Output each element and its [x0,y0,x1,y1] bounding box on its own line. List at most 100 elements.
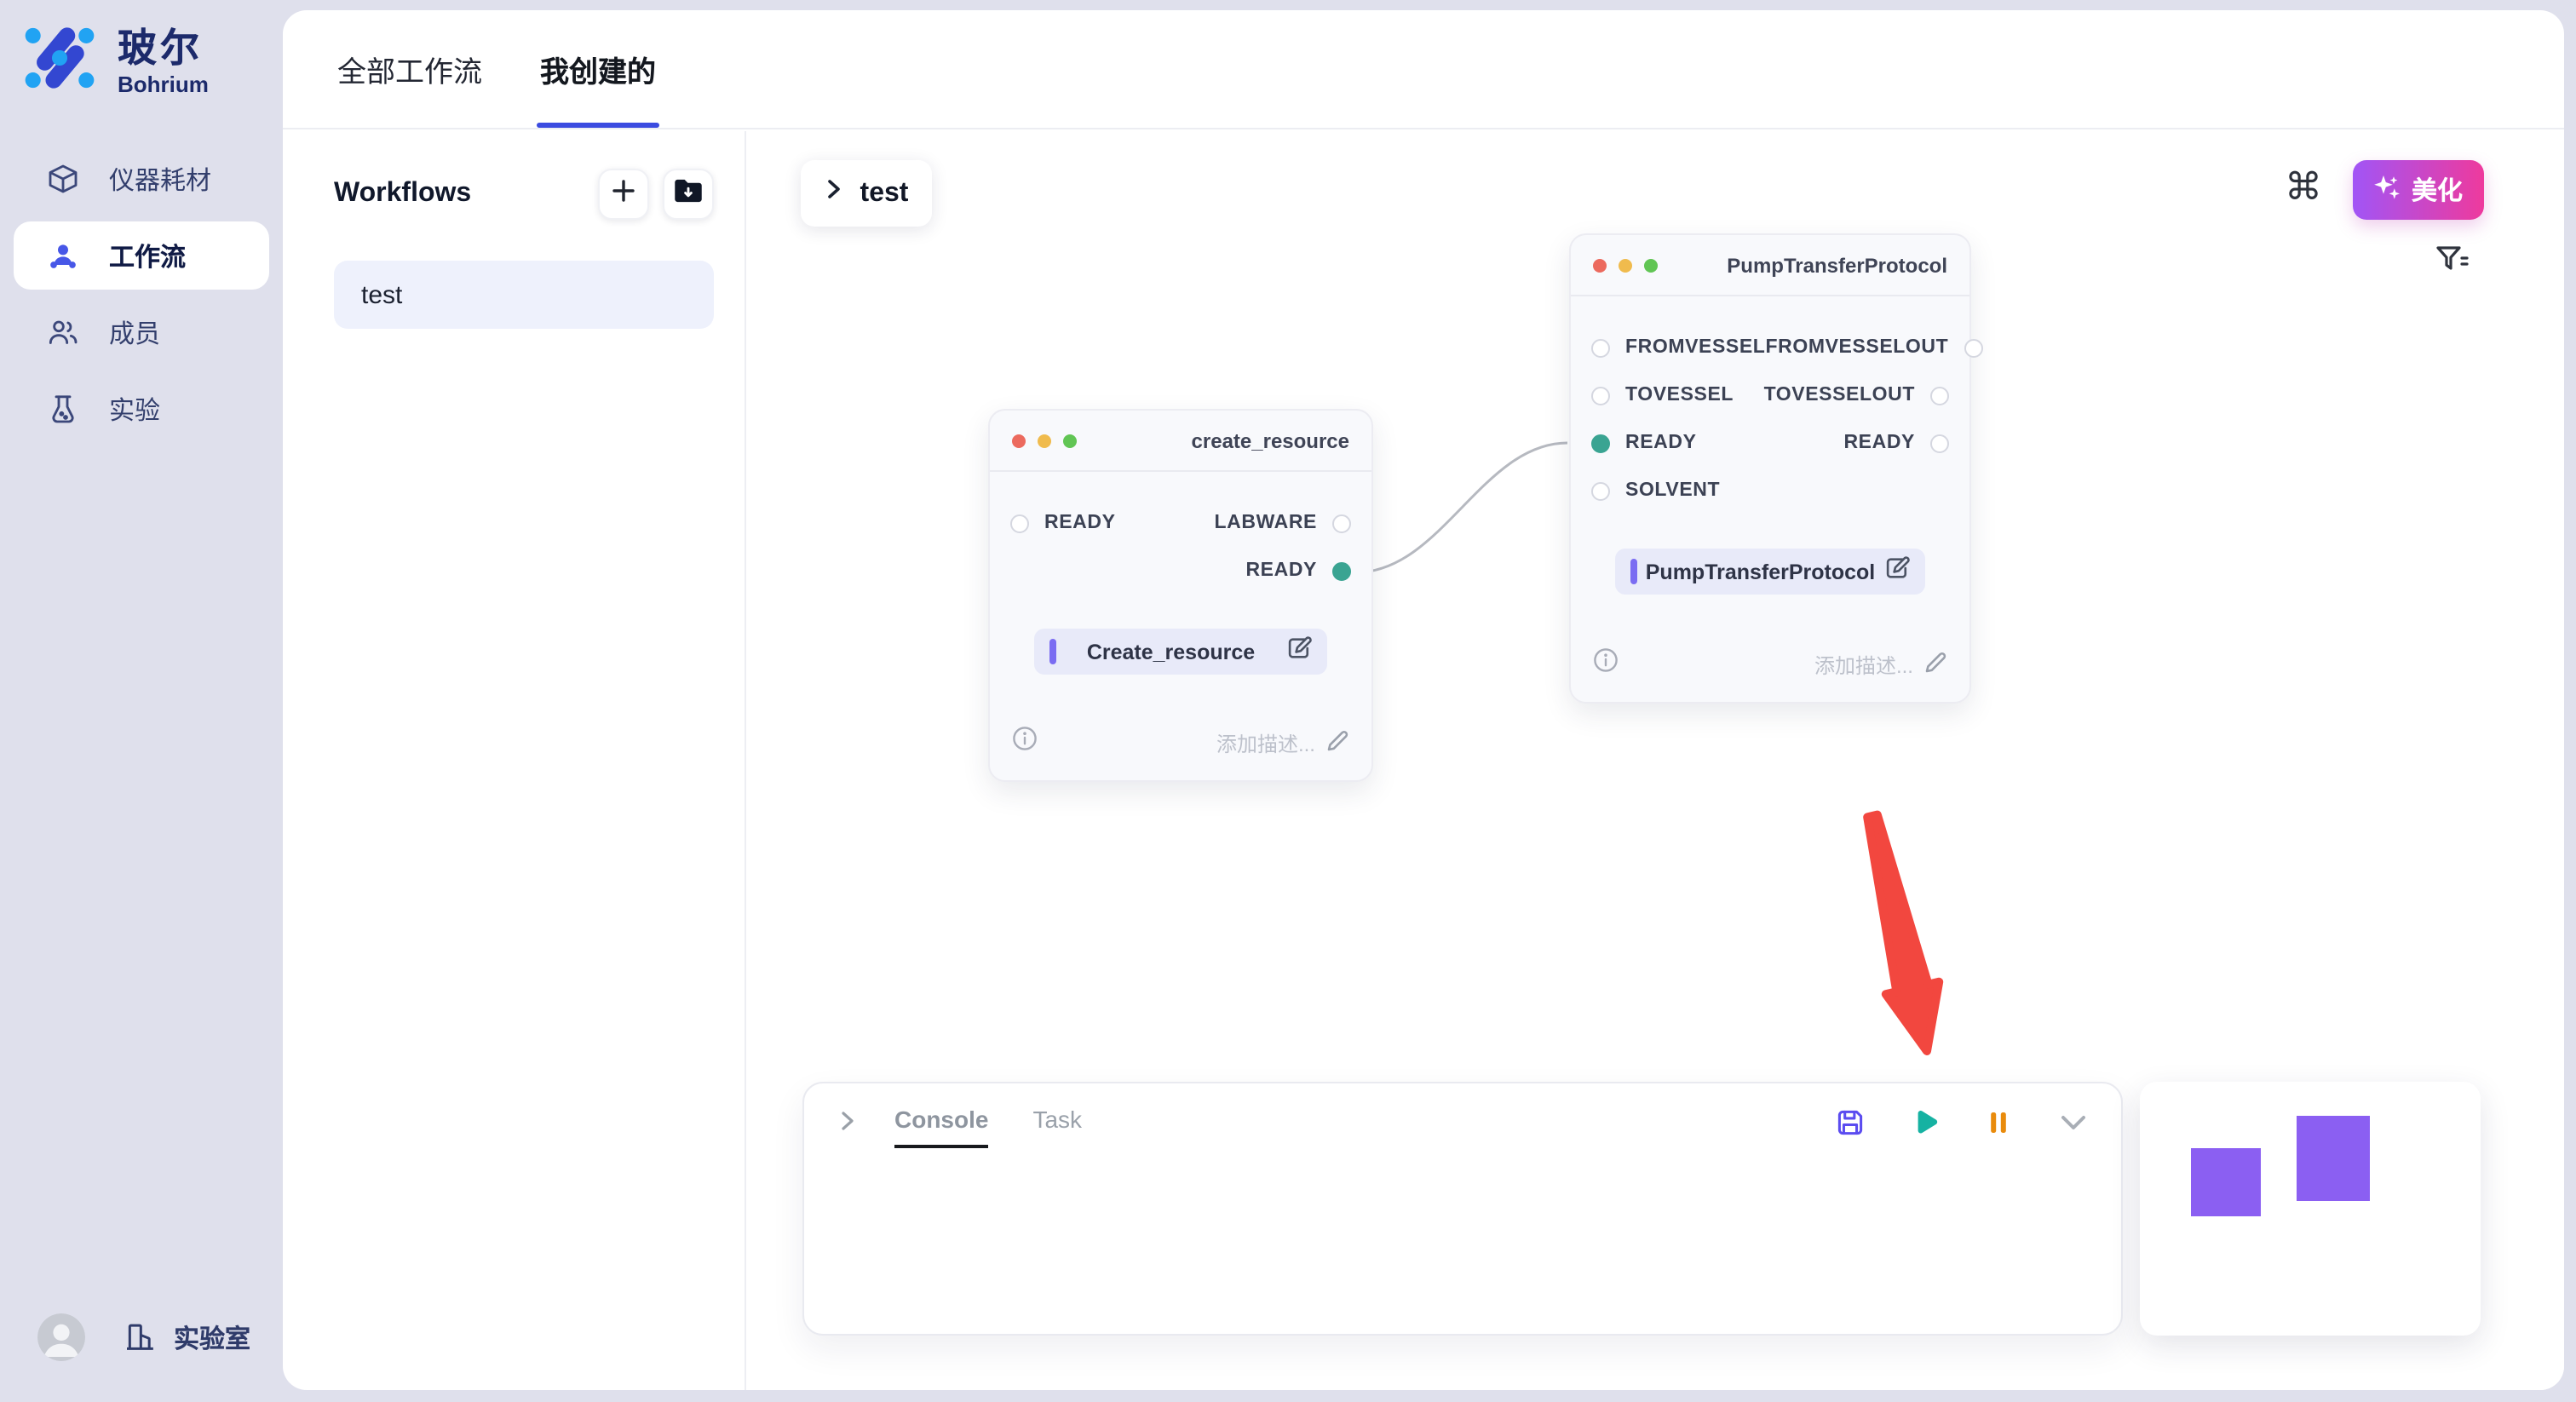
minimap-node [2191,1148,2261,1216]
node-description-placeholder[interactable]: 添加描述... [1814,650,1947,679]
info-icon[interactable] [1593,647,1619,681]
header-tabs: 全部工作流 我创建的 [283,10,2564,129]
workflows-panel: Workflows [283,131,746,1390]
sidebar-item-label: 工作流 [109,238,186,273]
filter-funnel-icon[interactable] [2433,240,2470,286]
sidebar-nav: 仪器耗材 工作流 成员 [0,145,283,443]
members-icon [46,315,80,349]
tab-created-by-me[interactable]: 我创建的 [540,10,656,128]
input-port-tovessel[interactable] [1591,386,1610,405]
output-port-fromvesselout[interactable] [1964,338,1982,357]
edit-square-icon[interactable] [1884,554,1910,589]
info-icon[interactable] [1012,726,1038,760]
sidebar-item-label: 仪器耗材 [109,161,211,197]
sidebar-footer: 实验室 [37,1313,250,1361]
save-icon[interactable] [1835,1106,1866,1137]
node-header: PumpTransferProtocol [1571,235,1969,296]
expand-chevron-icon[interactable] [838,1108,857,1146]
folder-import-icon [673,175,704,214]
workspace-label[interactable]: 实验室 [174,1319,250,1355]
input-port-fromvessel[interactable] [1591,338,1610,357]
sidebar-item-experiments[interactable]: 实验 [14,375,269,443]
minimap-node [2297,1116,2370,1201]
import-folder-button[interactable] [663,169,714,220]
tab-all-workflows[interactable]: 全部工作流 [337,10,482,128]
building-icon [123,1320,157,1354]
sidebar-item-label: 实验 [109,391,160,427]
sidebar: 玻尔 Bohrium 仪器耗材 [0,0,283,1402]
port-label: TOVESSELOUT [1764,385,1915,405]
pill-label: PumpTransferProtocol [1636,560,1884,583]
sidebar-item-label: 成员 [109,314,160,350]
input-port-ready[interactable] [1591,434,1610,452]
pencil-icon [1325,728,1349,757]
pencil-icon [1923,650,1947,679]
output-port-tovesselout[interactable] [1930,386,1949,405]
brand: 玻尔 Bohrium [0,24,283,101]
node-pump-transfer-protocol[interactable]: PumpTransferProtocol FROMVESSEL FROMVESS… [1569,233,1971,704]
port-label: FROMVESSEL [1625,337,1765,358]
traffic-dots-icon [1593,258,1658,272]
input-port-solvent[interactable] [1591,481,1610,500]
pill-accent-bar [1630,559,1636,584]
add-workflow-button[interactable] [598,169,649,220]
minimap[interactable] [2140,1082,2481,1336]
output-port-labware[interactable] [1332,514,1351,532]
command-icon[interactable]: ⌘ [2285,165,2322,210]
port-label: LABWARE [1215,513,1318,533]
brand-name-en: Bohrium [118,71,209,96]
chevron-right-icon [825,177,843,210]
box-icon [46,162,80,196]
port-label: TOVESSEL [1625,385,1734,405]
description-text: 添加描述... [1216,728,1315,757]
node-description-placeholder[interactable]: 添加描述... [1216,728,1349,757]
console-panel: Console Task [802,1082,2123,1336]
workflows-panel-title: Workflows [334,179,471,210]
collapse-chevron-icon[interactable] [2056,1110,2090,1134]
sidebar-item-instruments[interactable]: 仪器耗材 [14,145,269,213]
brand-name-zh: 玻尔 [118,28,209,72]
port-label: FROMVESSELOUT [1765,337,1948,358]
sidebar-item-workflows[interactable]: 工作流 [14,221,269,290]
port-label: READY [1044,513,1116,533]
avatar[interactable] [37,1313,85,1361]
port-label: READY [1625,433,1697,453]
traffic-dots-icon [1012,434,1077,447]
node-action-pill[interactable]: PumpTransferProtocol [1615,549,1925,595]
workflow-item-label: test [361,280,402,309]
port-label: READY [1843,433,1915,453]
port-label: SOLVENT [1625,480,1720,501]
plus-icon [610,176,637,212]
workflow-list-item-test[interactable]: test [334,261,714,329]
workflow-person-icon [46,238,80,273]
bohrium-workflow-app: 玻尔 Bohrium 仪器耗材 [0,0,2576,1402]
pause-icon[interactable] [1985,1108,2012,1135]
workflow-canvas[interactable]: test ⌘ 美化 [746,131,2564,1390]
run-icon[interactable] [1910,1106,1941,1137]
console-tab[interactable]: Console [894,1106,988,1148]
pill-label: Create_resource [1055,640,1286,664]
beautify-label: 美化 [2412,172,2463,208]
node-header: create_resource [990,411,1371,472]
test-tube-icon [46,392,80,426]
pill-accent-bar [1049,639,1055,664]
description-text: 添加描述... [1814,650,1913,679]
node-create-resource[interactable]: create_resource READY LABWARE [988,409,1373,782]
task-tab[interactable]: Task [1032,1106,1082,1148]
beautify-button[interactable]: 美化 [2353,160,2484,220]
sidebar-item-members[interactable]: 成员 [14,298,269,366]
breadcrumb-label: test [860,178,909,209]
output-port-ready[interactable] [1930,434,1949,452]
main-card: 全部工作流 我创建的 Workflows [283,10,2564,1390]
input-port-ready[interactable] [1010,514,1029,532]
node-title: PumpTransferProtocol [1727,253,1947,277]
output-port-ready[interactable] [1332,561,1351,580]
tab-label: 我创建的 [540,48,656,90]
port-label: READY [1245,560,1317,581]
breadcrumb[interactable]: test [801,160,932,227]
edit-square-icon[interactable] [1286,635,1312,669]
sparkles-icon [2374,173,2401,207]
node-action-pill[interactable]: Create_resource [1034,629,1327,675]
bohrium-logo-icon [24,24,95,101]
tab-label: 全部工作流 [337,48,482,90]
